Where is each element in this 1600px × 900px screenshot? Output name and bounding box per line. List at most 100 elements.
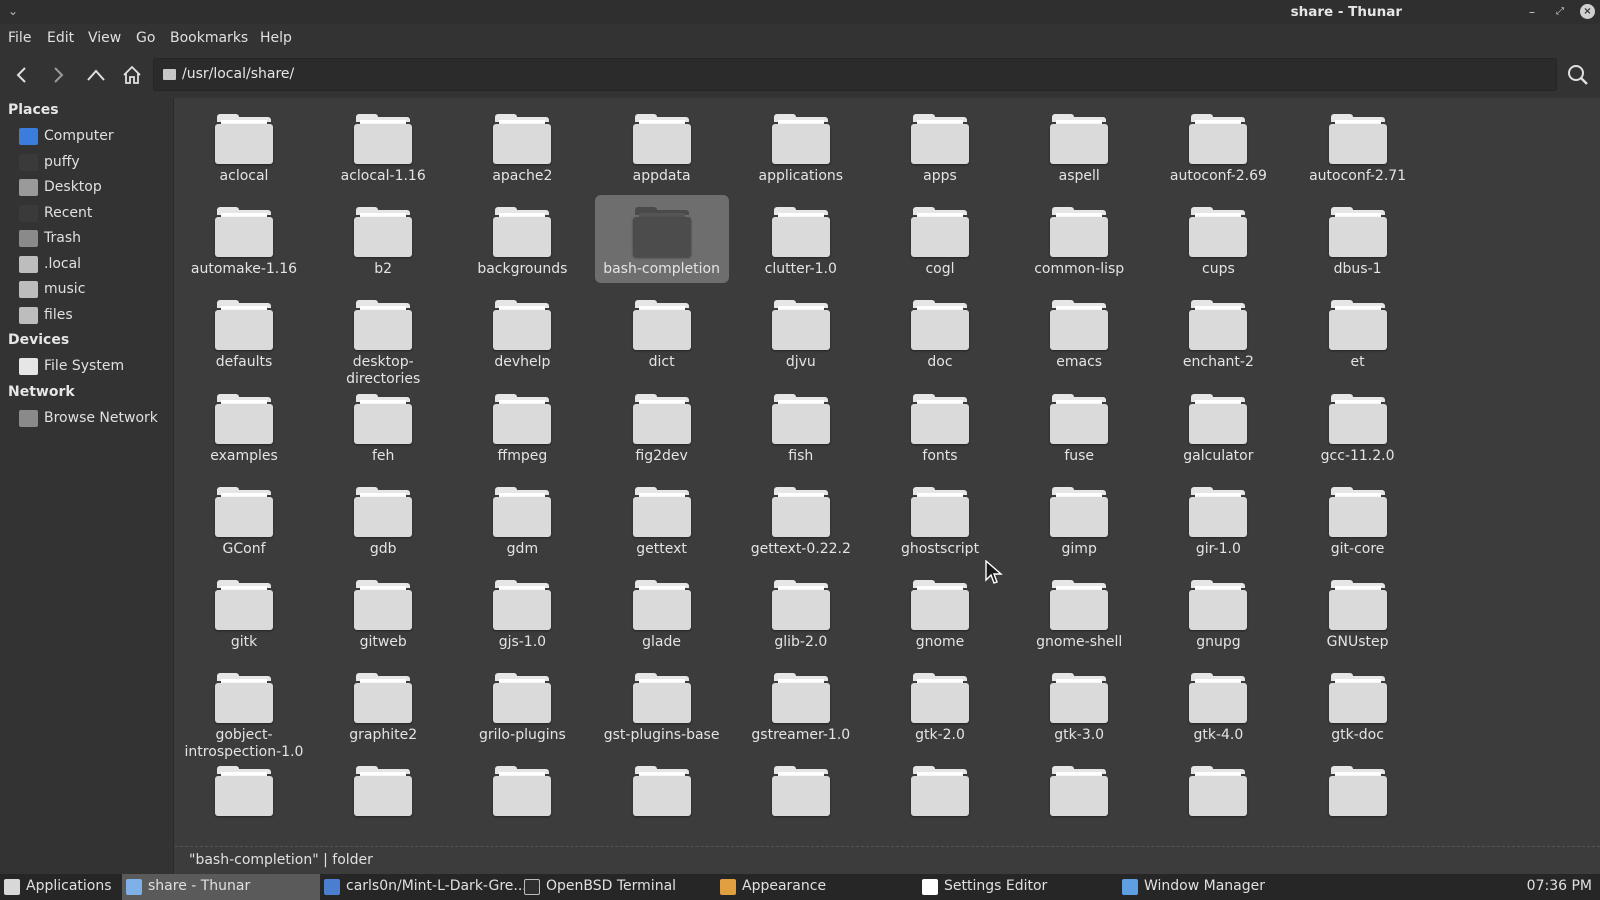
folder-item[interactable]: automake-1.16 [177,195,311,283]
folder-item[interactable] [1291,754,1425,842]
taskbar-item-window-manager[interactable]: Window Manager [1118,874,1298,900]
folder-item[interactable]: gitk [177,568,311,656]
folder-item[interactable]: gitweb [316,568,450,656]
folder-item[interactable] [316,754,450,842]
menu-file[interactable]: File [8,30,31,46]
folder-item[interactable]: fish [734,382,868,470]
maximize-button[interactable]: ⤢ [1551,3,1569,21]
folder-item[interactable]: clutter-1.0 [734,195,868,283]
folder-item[interactable]: apps [873,102,1007,190]
location-bar[interactable]: /usr/local/share/ [153,58,1557,91]
folder-item[interactable]: feh [316,382,450,470]
sidebar-item-files[interactable]: files [0,304,174,328]
menu-help[interactable]: Help [260,30,292,46]
sidebar-item-trash[interactable]: Trash [0,227,174,251]
folder-item[interactable]: enchant-2 [1151,288,1285,376]
folder-item[interactable]: gcc-11.2.0 [1291,382,1425,470]
folder-item[interactable]: gnome-shell [1012,568,1146,656]
folder-item[interactable]: galculator [1151,382,1285,470]
taskbar-item-applications[interactable]: Applications [0,874,118,900]
folder-item[interactable]: GConf [177,475,311,563]
file-view[interactable]: aclocal aclocal-1.16 apache2 appdata applica… [175,98,1600,846]
folder-item[interactable] [455,754,589,842]
sidebar-item-file-system[interactable]: File System [0,355,174,379]
folder-item[interactable]: desktop-directories [316,288,450,387]
menu-view[interactable]: View [88,30,121,46]
folder-item[interactable] [1151,754,1285,842]
menu-edit[interactable]: Edit [47,30,74,46]
folder-item[interactable]: dict [595,288,729,376]
sidebar-item-browse-network[interactable]: Browse Network [0,407,174,431]
folder-item[interactable]: aclocal [177,102,311,190]
close-button[interactable]: × [1580,4,1595,19]
folder-item[interactable]: bash-completion [594,195,729,284]
folder-item[interactable]: gdm [455,475,589,563]
minimize-button[interactable]: – [1523,3,1541,21]
folder-item[interactable]: gettext [595,475,729,563]
folder-item[interactable] [873,754,1007,842]
folder-item[interactable]: backgrounds [455,195,589,283]
folder-item[interactable]: doc [873,288,1007,376]
folder-item[interactable]: ffmpeg [455,382,589,470]
taskbar-item-terminal[interactable]: OpenBSD Terminal [520,874,712,900]
folder-item[interactable]: gdb [316,475,450,563]
clock[interactable]: 07:36 PM [1527,878,1592,894]
folder-item[interactable]: fonts [873,382,1007,470]
folder-item[interactable]: applications [734,102,868,190]
folder-item[interactable]: aclocal-1.16 [316,102,450,190]
folder-item[interactable] [177,754,311,842]
folder-item[interactable]: dbus-1 [1291,195,1425,283]
taskbar-item-settings-editor[interactable]: Settings Editor [918,874,1114,900]
folder-item[interactable]: emacs [1012,288,1146,376]
folder-item[interactable]: gjs-1.0 [455,568,589,656]
folder-item[interactable]: ghostscript [873,475,1007,563]
folder-item[interactable]: gst-plugins-base [595,661,729,749]
up-icon[interactable] [82,61,110,89]
folder-item[interactable]: cups [1151,195,1285,283]
folder-item[interactable]: gtk-doc [1291,661,1425,749]
location-path[interactable]: /usr/local/share/ [182,66,294,82]
folder-item[interactable]: fuse [1012,382,1146,470]
sidebar-item-computer[interactable]: Computer [0,125,174,149]
home-icon[interactable] [118,61,146,89]
sidebar-item-desktop[interactable]: Desktop [0,176,174,200]
folder-item[interactable]: git-core [1291,475,1425,563]
forward-icon[interactable] [44,61,72,89]
folder-item[interactable] [734,754,868,842]
folder-item[interactable]: devhelp [455,288,589,376]
folder-item[interactable]: aspell [1012,102,1146,190]
folder-item[interactable]: glade [595,568,729,656]
folder-item[interactable]: b2 [316,195,450,283]
folder-item[interactable]: grilo-plugins [455,661,589,749]
folder-item[interactable]: graphite2 [316,661,450,749]
folder-item[interactable]: defaults [177,288,311,376]
folder-item[interactable]: gobject-introspection-1.0 [177,661,311,760]
folder-item[interactable] [595,754,729,842]
menu-bookmarks[interactable]: Bookmarks [170,30,248,46]
back-icon[interactable] [8,61,36,89]
sidebar-item-music[interactable]: music [0,278,174,302]
folder-item[interactable]: gtk-3.0 [1012,661,1146,749]
taskbar-item-appearance[interactable]: Appearance [716,874,914,900]
taskbar-item-browser[interactable]: carls0n/Mint-L-Dark-Gre... [320,874,527,900]
folder-item[interactable]: gimp [1012,475,1146,563]
folder-item[interactable]: autoconf-2.71 [1291,102,1425,190]
sidebar-item-recent[interactable]: Recent [0,202,174,226]
folder-item[interactable]: glib-2.0 [734,568,868,656]
folder-item[interactable]: gtk-4.0 [1151,661,1285,749]
search-icon[interactable] [1564,61,1592,89]
folder-item[interactable]: fig2dev [595,382,729,470]
folder-item[interactable]: GNUstep [1291,568,1425,656]
folder-item[interactable]: gir-1.0 [1151,475,1285,563]
folder-item[interactable] [1012,754,1146,842]
sidebar-item-local[interactable]: .local [0,253,174,277]
folder-item[interactable]: gstreamer-1.0 [734,661,868,749]
folder-item[interactable]: apache2 [455,102,589,190]
sidebar-item-puffy[interactable]: puffy [0,151,174,175]
folder-item[interactable]: appdata [595,102,729,190]
menu-go[interactable]: Go [136,30,155,46]
folder-item[interactable]: gtk-2.0 [873,661,1007,749]
folder-item[interactable]: djvu [734,288,868,376]
folder-item[interactable]: cogl [873,195,1007,283]
folder-item[interactable]: gnupg [1151,568,1285,656]
